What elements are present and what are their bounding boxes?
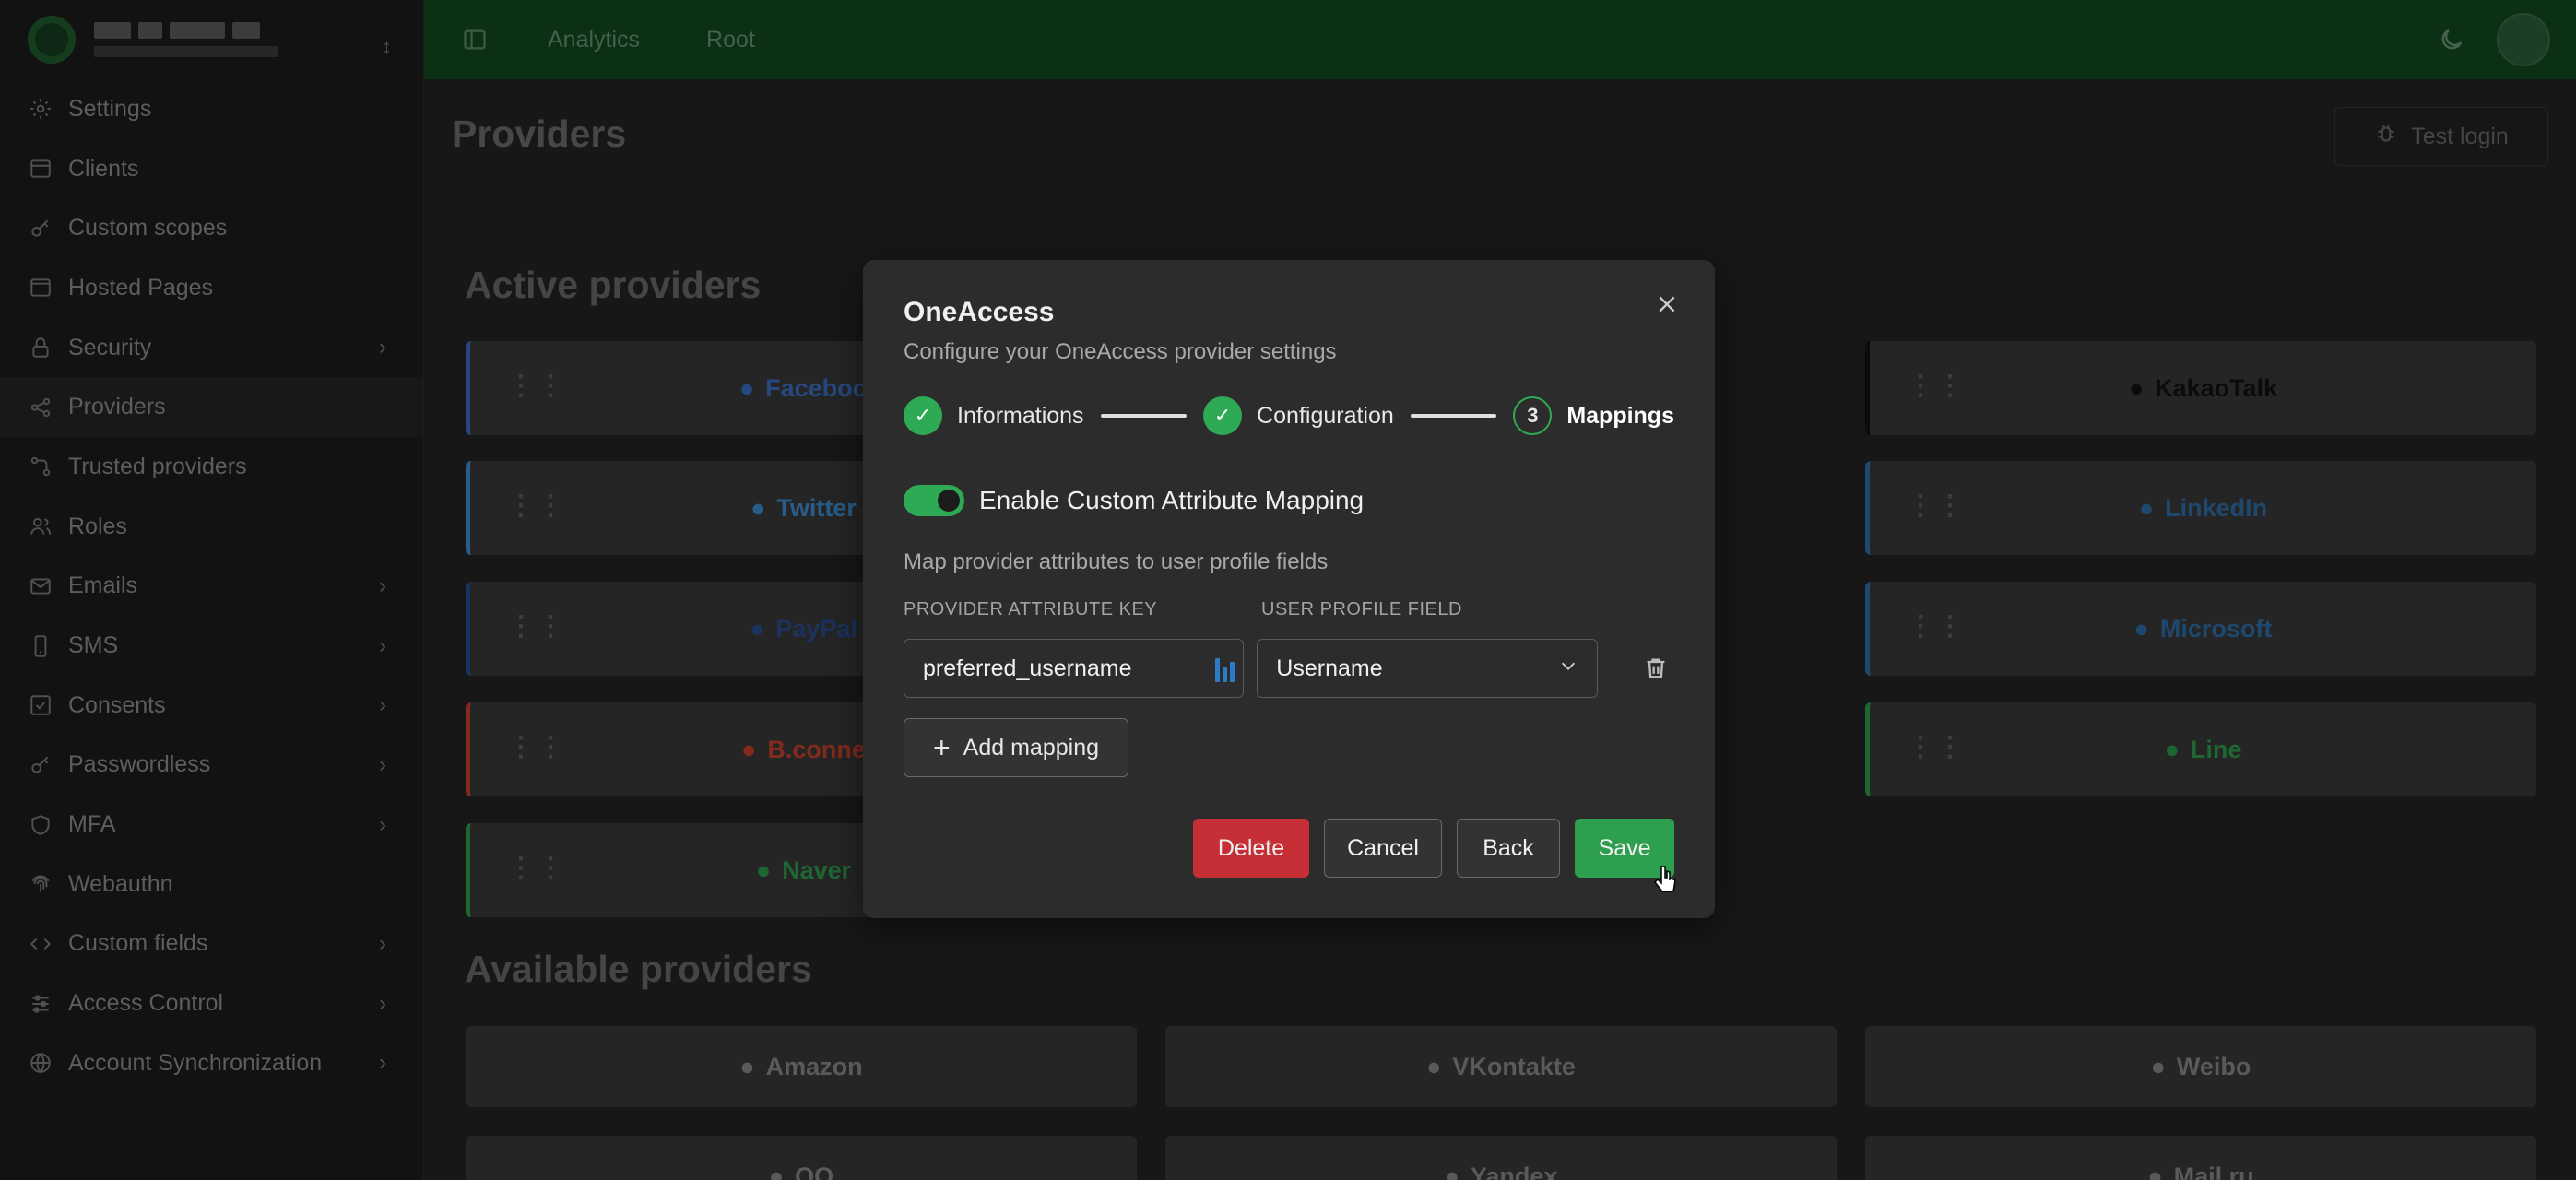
chevron-down-icon [1558, 655, 1578, 682]
step-configuration[interactable]: ✓ Configuration [1203, 396, 1394, 435]
cancel-button[interactable]: Cancel [1324, 819, 1442, 878]
close-icon[interactable] [1650, 288, 1684, 321]
modal-title: OneAccess [904, 297, 1055, 327]
check-icon: ✓ [1203, 396, 1243, 435]
password-manager-icon[interactable] [1215, 658, 1235, 682]
check-icon: ✓ [904, 396, 942, 435]
modal-subtitle: Configure your OneAccess provider settin… [904, 339, 1337, 364]
delete-button[interactable]: Delete [1193, 819, 1309, 878]
mapping-description: Map provider attributes to user profile … [904, 549, 1329, 574]
step-mappings[interactable]: 3 Mappings [1513, 396, 1674, 435]
step-connector [1410, 414, 1497, 418]
stepper: ✓ Informations ✓ Configuration 3 Mapping… [904, 396, 1674, 435]
profile-field-select[interactable]: Username [1257, 639, 1598, 698]
mapping-row: preferred_username Username [904, 639, 1674, 698]
plus-icon: + [932, 731, 951, 764]
profile-field-column-header: USER PROFILE FIELD [1261, 599, 1462, 620]
attribute-key-input[interactable]: preferred_username [904, 639, 1245, 698]
provider-settings-modal: OneAccess Configure your OneAccess provi… [863, 260, 1715, 918]
step-informations[interactable]: ✓ Informations [904, 396, 1084, 435]
custom-mapping-toggle-label: Enable Custom Attribute Mapping [979, 486, 1365, 514]
add-mapping-button[interactable]: + Add mapping [904, 718, 1128, 777]
back-button[interactable]: Back [1457, 819, 1560, 878]
custom-mapping-toggle[interactable] [904, 485, 964, 516]
attribute-key-column-header: PROVIDER ATTRIBUTE KEY [904, 599, 1158, 620]
trash-icon[interactable] [1638, 650, 1674, 687]
pointer-cursor-icon [1654, 866, 1676, 892]
step-number: 3 [1513, 396, 1553, 435]
step-connector [1100, 414, 1188, 418]
